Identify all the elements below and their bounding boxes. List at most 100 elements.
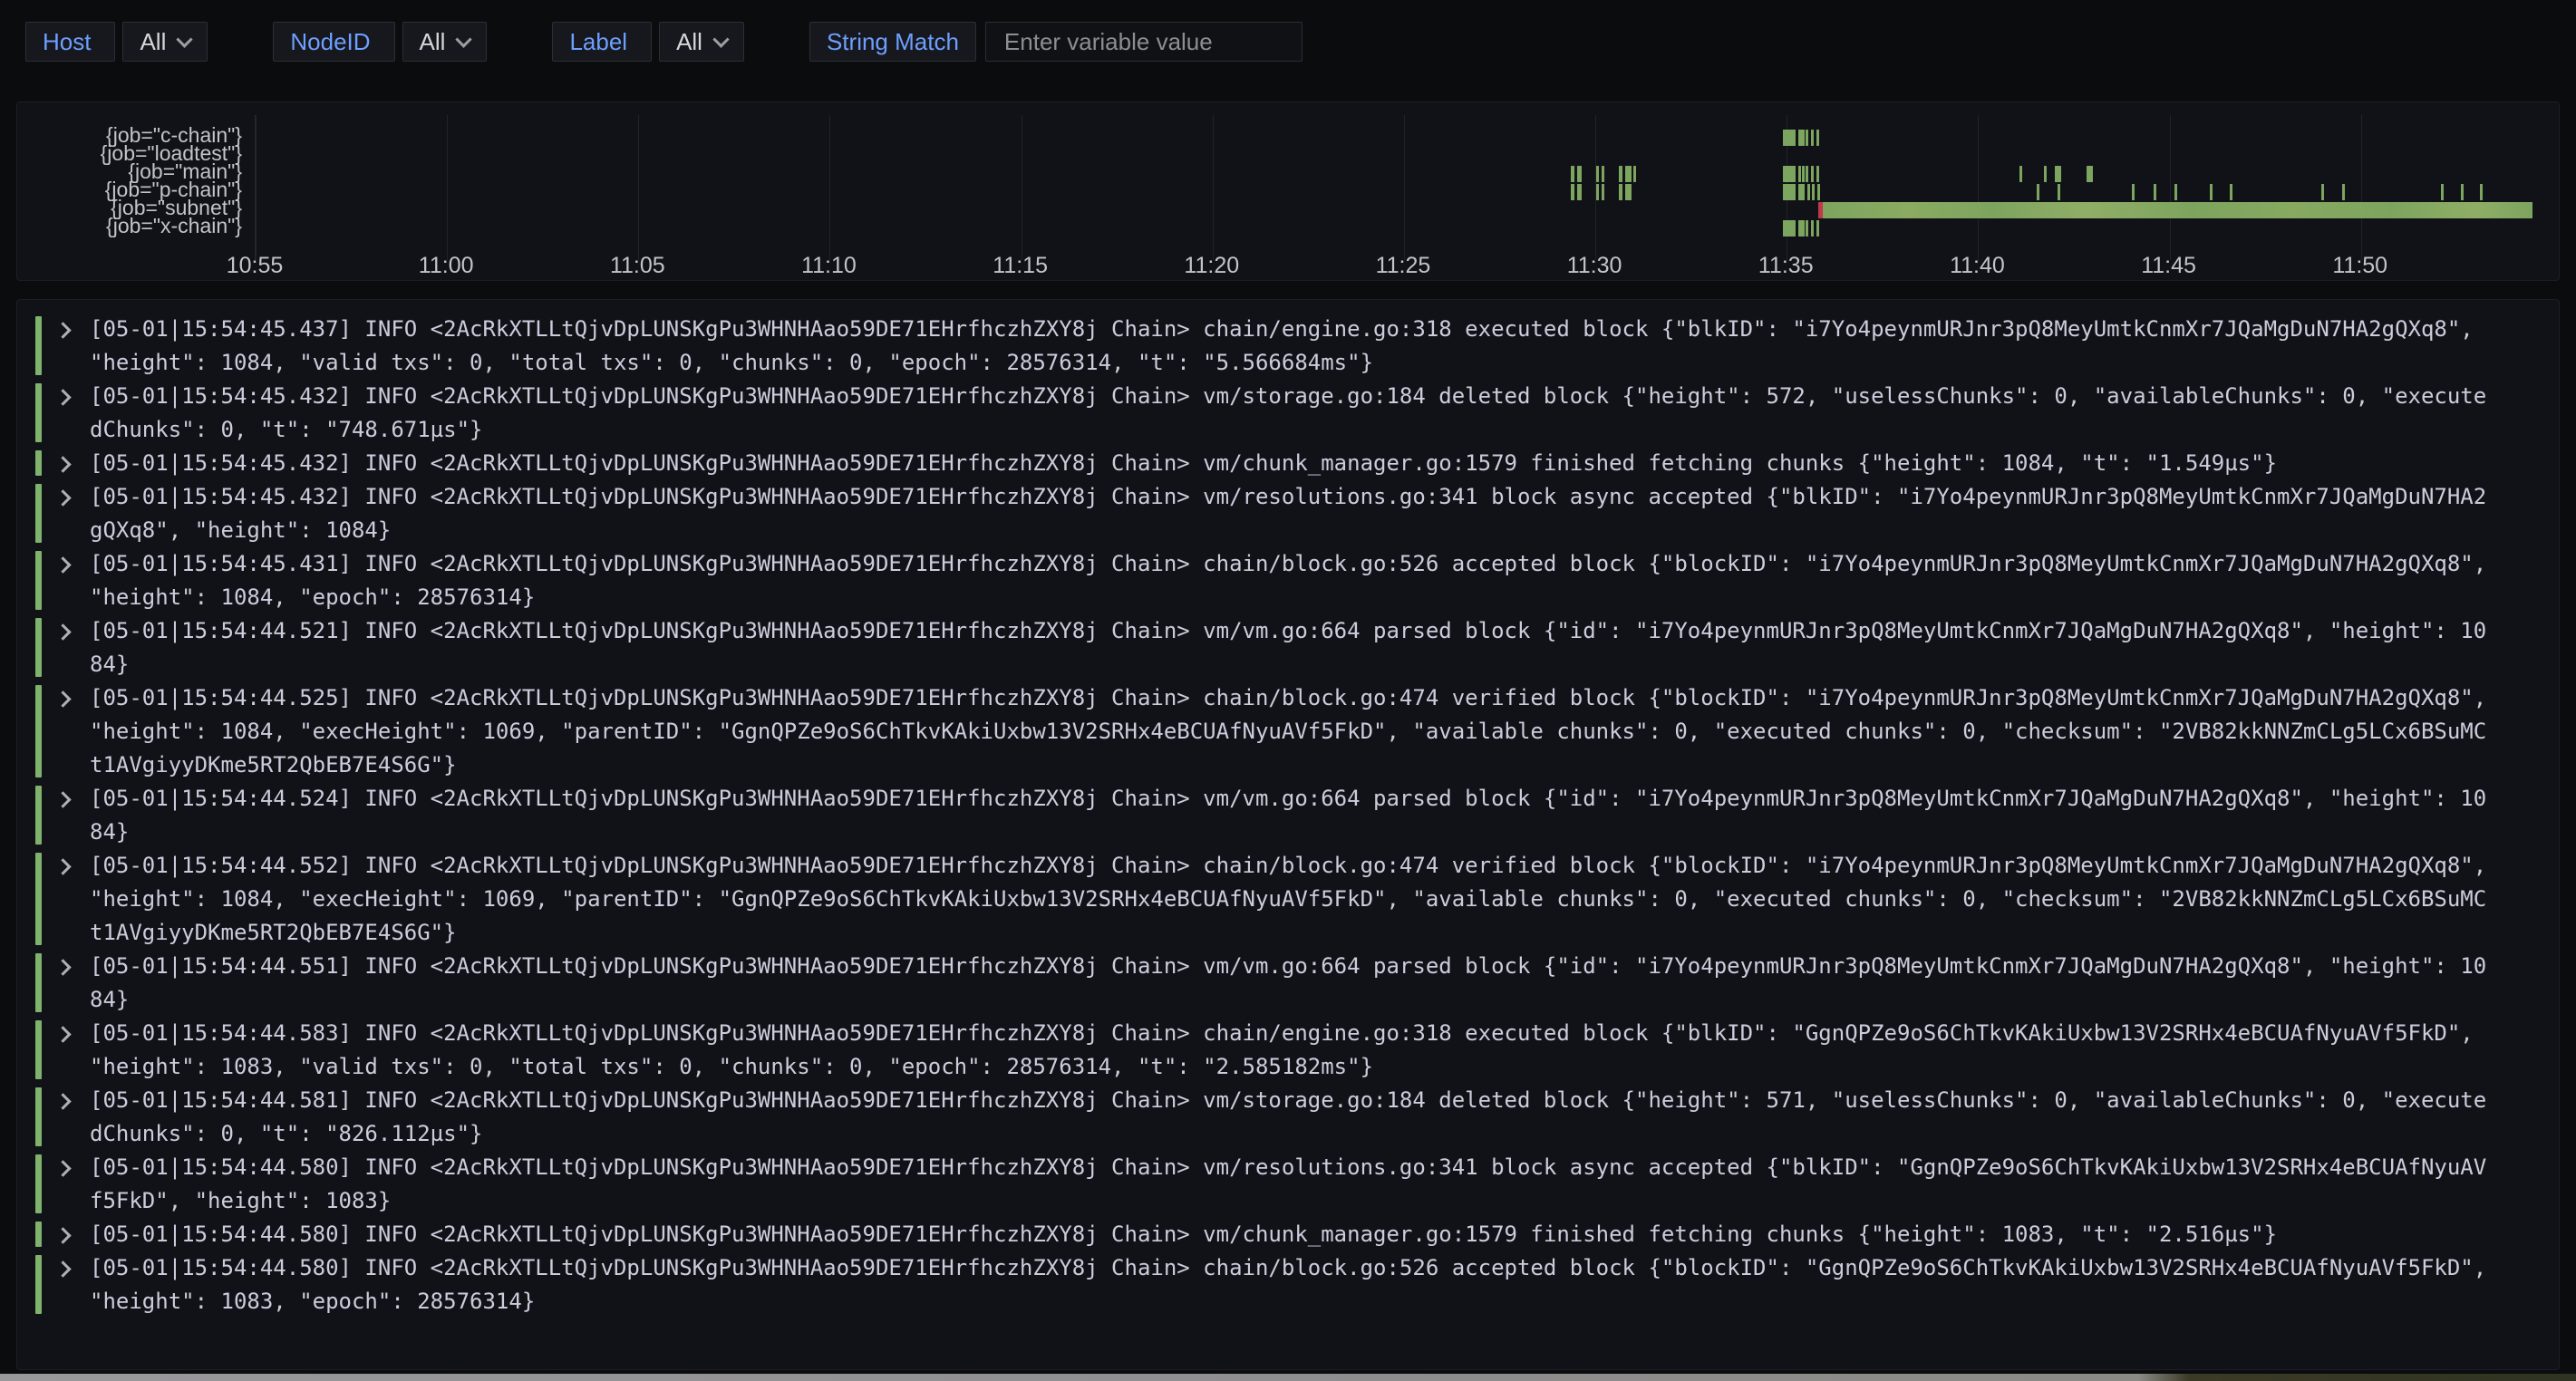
log-volume-segment	[1817, 184, 1820, 200]
variable-nodeid-value-dropdown[interactable]: All	[402, 22, 488, 62]
expand-chevron-icon[interactable]	[54, 623, 71, 640]
log-volume-segment	[2037, 184, 2039, 200]
log-volume-segment	[1811, 220, 1814, 237]
log-volume-segment	[2321, 184, 2324, 200]
log-text: [05-01|15:54:44.580] INFO <2AcRkXTLLtQjv…	[90, 1251, 2499, 1318]
log-row[interactable]: [05-01|15:54:44.580] INFO <2AcRkXTLLtQjv…	[35, 1251, 2559, 1318]
log-volume-segment	[1806, 220, 1808, 237]
log-volume-segment	[1596, 184, 1599, 200]
log-level-bar	[35, 383, 42, 442]
x-tick-label: 11:05	[610, 253, 665, 279]
log-level-bar	[35, 1255, 42, 1314]
log-level-bar	[35, 618, 42, 677]
log-volume-segment	[2154, 184, 2156, 200]
string-match-input[interactable]	[1002, 27, 1285, 57]
log-volume-segment	[1625, 166, 1632, 182]
log-level-bar	[35, 450, 42, 476]
variable-label-label-text: Label	[569, 28, 627, 56]
log-row[interactable]: [05-01|15:54:44.580] INFO <2AcRkXTLLtQjv…	[35, 1218, 2559, 1251]
log-volume-segment	[1811, 130, 1814, 146]
log-volume-segment	[1602, 166, 1604, 182]
log-volume-segment	[2342, 184, 2345, 200]
log-level-bar	[35, 953, 42, 1012]
log-row[interactable]: [05-01|15:54:44.524] INFO <2AcRkXTLLtQjv…	[35, 782, 2559, 849]
variable-string-match: String Match	[809, 22, 1303, 62]
expand-chevron-icon[interactable]	[54, 322, 71, 338]
variable-label-label: Label	[552, 22, 652, 62]
log-level-bar	[35, 1020, 42, 1079]
log-level-bar	[35, 316, 42, 375]
log-level-bar	[35, 786, 42, 845]
log-volume-segment	[1577, 184, 1582, 200]
y-axis-label: {job="x-chain"}	[24, 216, 242, 236]
expand-chevron-icon[interactable]	[54, 858, 71, 874]
x-axis: 10:5511:0011:0511:1011:1511:2011:2511:30…	[255, 249, 2552, 280]
log-row[interactable]: [05-01|15:54:44.552] INFO <2AcRkXTLLtQjv…	[35, 849, 2559, 950]
chevron-down-icon	[712, 31, 729, 47]
variable-nodeid-label-text: NodeID	[290, 28, 370, 56]
variable-label-value-dropdown[interactable]: All	[659, 22, 744, 62]
log-volume-segment	[2461, 184, 2464, 200]
log-text: [05-01|15:54:45.432] INFO <2AcRkXTLLtQjv…	[90, 380, 2499, 447]
variable-nodeid-value-text: All	[420, 28, 446, 56]
log-rows: [05-01|15:54:45.437] INFO <2AcRkXTLLtQjv…	[35, 313, 2559, 1318]
log-text: [05-01|15:54:44.552] INFO <2AcRkXTLLtQjv…	[90, 849, 2499, 950]
log-row[interactable]: [05-01|15:54:44.580] INFO <2AcRkXTLLtQjv…	[35, 1151, 2559, 1218]
log-volume-segment	[1798, 220, 1805, 237]
expand-chevron-icon[interactable]	[54, 690, 71, 707]
string-match-label-text: String Match	[827, 28, 959, 56]
expand-chevron-icon[interactable]	[54, 959, 71, 975]
variables-toolbar: Host All NodeID All Label All String Mat…	[25, 22, 1303, 62]
log-row[interactable]: [05-01|15:54:44.525] INFO <2AcRkXTLLtQjv…	[35, 681, 2559, 782]
log-level-bar	[35, 1087, 42, 1146]
log-text: [05-01|15:54:45.431] INFO <2AcRkXTLLtQjv…	[90, 547, 2499, 614]
variable-host-label-text: Host	[43, 28, 91, 56]
log-row[interactable]: [05-01|15:54:44.521] INFO <2AcRkXTLLtQjv…	[35, 614, 2559, 681]
log-row[interactable]: [05-01|15:54:44.551] INFO <2AcRkXTLLtQjv…	[35, 950, 2559, 1017]
log-row[interactable]: [05-01|15:54:45.432] INFO <2AcRkXTLLtQjv…	[35, 380, 2559, 447]
log-row[interactable]: [05-01|15:54:44.583] INFO <2AcRkXTLLtQjv…	[35, 1017, 2559, 1084]
log-row[interactable]: [05-01|15:54:45.437] INFO <2AcRkXTLLtQjv…	[35, 313, 2559, 380]
log-volume-segment	[1812, 184, 1815, 200]
log-row[interactable]: [05-01|15:54:44.581] INFO <2AcRkXTLLtQjv…	[35, 1084, 2559, 1151]
x-tick-label: 11:20	[1184, 253, 1239, 279]
log-volume-segment	[2058, 184, 2060, 200]
log-volume-segment	[1816, 220, 1819, 237]
variable-nodeid-label: NodeID	[273, 22, 394, 62]
log-text: [05-01|15:54:44.580] INFO <2AcRkXTLLtQjv…	[90, 1151, 2499, 1218]
expand-chevron-icon[interactable]	[54, 389, 71, 405]
expand-chevron-icon[interactable]	[54, 1093, 71, 1109]
expand-chevron-icon[interactable]	[54, 1260, 71, 1277]
variable-host-value-dropdown[interactable]: All	[122, 22, 208, 62]
string-match-label: String Match	[809, 22, 976, 62]
log-row[interactable]: [05-01|15:54:45.432] INFO <2AcRkXTLLtQjv…	[35, 447, 2559, 480]
expand-chevron-icon[interactable]	[54, 1026, 71, 1042]
log-row[interactable]: [05-01|15:54:45.432] INFO <2AcRkXTLLtQjv…	[35, 480, 2559, 547]
log-volume-segment	[1619, 184, 1623, 200]
expand-chevron-icon[interactable]	[54, 556, 71, 573]
expand-chevron-icon[interactable]	[54, 791, 71, 807]
log-level-bar	[35, 484, 42, 543]
log-volume-segment	[1802, 166, 1805, 182]
log-row[interactable]: [05-01|15:54:45.431] INFO <2AcRkXTLLtQjv…	[35, 547, 2559, 614]
log-volume-segment	[1783, 166, 1796, 182]
x-tick-label: 11:35	[1758, 253, 1814, 279]
string-match-input-box	[985, 22, 1303, 62]
expand-chevron-icon[interactable]	[54, 1227, 71, 1243]
log-volume-segment	[1619, 166, 1623, 182]
log-text: [05-01|15:54:44.580] INFO <2AcRkXTLLtQjv…	[90, 1218, 2499, 1251]
expand-chevron-icon[interactable]	[54, 456, 71, 472]
log-level-bar	[35, 685, 42, 777]
timeline-row	[256, 130, 2552, 146]
timeline-plot[interactable]	[255, 115, 2552, 260]
log-volume-segment	[2441, 184, 2444, 200]
log-text: [05-01|15:54:44.551] INFO <2AcRkXTLLtQjv…	[90, 950, 2499, 1017]
log-volume-segment	[1783, 220, 1796, 237]
expand-chevron-icon[interactable]	[54, 1160, 71, 1176]
expand-chevron-icon[interactable]	[54, 489, 71, 506]
timeline-row	[256, 202, 2552, 218]
log-volume-segment	[1798, 184, 1805, 200]
log-volume-segment	[1602, 184, 1604, 200]
x-tick-label: 11:50	[2332, 253, 2387, 279]
variable-host: Host All	[25, 22, 208, 62]
